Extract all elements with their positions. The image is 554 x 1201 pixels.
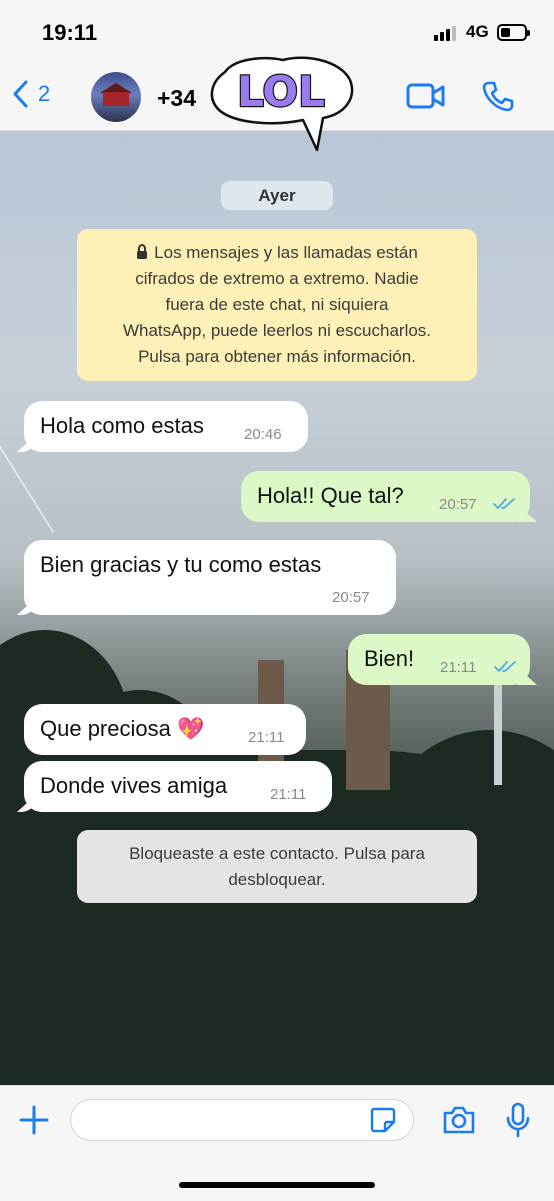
encryption-line: cifrados de extremo a extremo. Nadie — [135, 269, 419, 288]
encryption-line: Los mensajes y las llamadas están — [77, 240, 477, 266]
blocked-contact-notice[interactable]: Bloqueaste a este contacto. Pulsa para d… — [77, 830, 477, 903]
message-text: Hola como estas — [40, 413, 204, 438]
phone-icon[interactable] — [482, 80, 514, 112]
message-outgoing[interactable]: Bien! 21:11 — [348, 634, 537, 685]
plus-icon[interactable] — [18, 1104, 50, 1136]
unread-count: 2 — [38, 81, 51, 106]
read-receipt-icon — [494, 661, 516, 672]
video-call-icon[interactable] — [406, 81, 446, 111]
contact-avatar[interactable] — [91, 72, 141, 122]
date-separator: Ayer — [221, 181, 333, 210]
encryption-line: Pulsa para obtener más información. — [138, 347, 416, 366]
encryption-notice[interactable]: Los mensajes y las llamadas están cifrad… — [77, 229, 477, 381]
home-indicator — [179, 1182, 375, 1188]
lol-sticker: LOL — [210, 56, 354, 152]
contact-name[interactable]: +34 — [157, 85, 196, 112]
message-text: Bien gracias y tu como estas — [40, 552, 322, 577]
encryption-line: WhatsApp, puede leerlos ni escucharlos. — [122, 321, 432, 340]
message-input[interactable] — [70, 1099, 414, 1141]
message-incoming[interactable]: Donde vives amiga 21:11 — [17, 761, 332, 812]
message-incoming[interactable]: Bien gracias y tu como estas 20:57 — [17, 540, 396, 615]
sticker-text: LOL — [237, 67, 325, 116]
message-text: Donde vives amiga — [40, 773, 228, 798]
message-input-bar — [0, 1085, 554, 1201]
message-time: 20:57 — [332, 589, 370, 606]
message-text: Hola!! Que tal? — [257, 483, 404, 508]
message-time: 21:11 — [270, 786, 307, 803]
camera-icon[interactable] — [442, 1105, 476, 1135]
network-type: 4G — [466, 22, 489, 41]
message-outgoing[interactable]: Hola!! Que tal? 20:57 — [241, 471, 537, 522]
sticker-icon[interactable] — [370, 1107, 396, 1133]
wallpaper-antenna — [494, 685, 502, 785]
battery-icon — [497, 24, 530, 41]
message-text: Bien! — [364, 646, 415, 671]
message-time: 21:11 — [248, 729, 285, 746]
message-text: Que preciosa 💖 — [40, 716, 205, 741]
read-receipt-icon — [493, 498, 515, 509]
blocked-line: desbloquear. — [228, 870, 326, 889]
back-button[interactable]: 2 — [12, 80, 50, 108]
message-time: 21:11 — [440, 659, 477, 676]
blocked-line: Bloqueaste a este contacto. Pulsa para — [129, 844, 425, 863]
chevron-left-icon — [13, 80, 28, 108]
message-incoming[interactable]: Hola como estas 20:46 — [17, 401, 308, 452]
message-incoming[interactable]: Que preciosa 💖 21:11 — [24, 704, 306, 755]
lock-icon — [137, 244, 148, 259]
signal-icon — [434, 26, 456, 41]
message-time: 20:46 — [244, 426, 282, 443]
message-time: 20:57 — [439, 496, 477, 513]
status-time: 19:11 — [42, 20, 98, 45]
microphone-icon[interactable] — [505, 1102, 531, 1138]
encryption-line: fuera de este chat, ni siquiera — [165, 295, 389, 314]
